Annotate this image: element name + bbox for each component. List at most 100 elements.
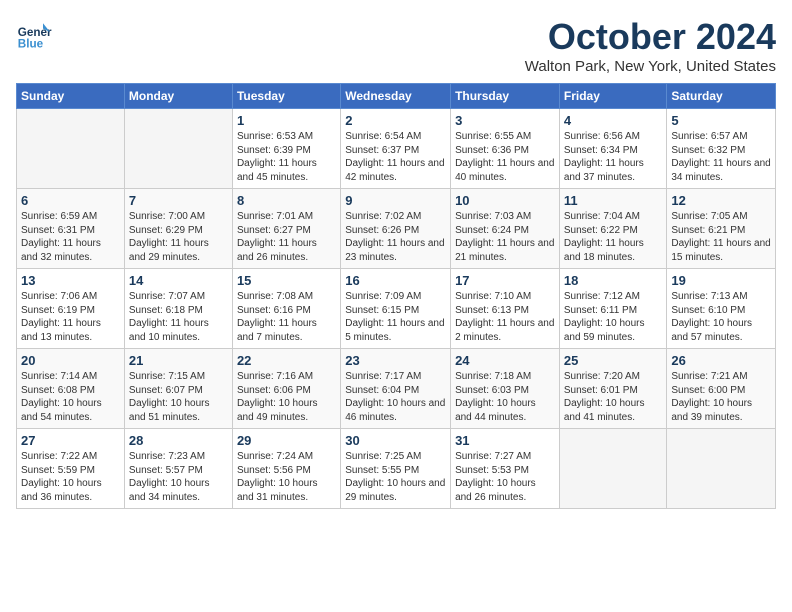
calendar-cell: 27Sunrise: 7:22 AMSunset: 5:59 PMDayligh…	[17, 429, 125, 509]
cell-sunset: Sunset: 6:21 PM	[671, 225, 745, 236]
cell-sunrise: Sunrise: 7:02 AM	[345, 211, 421, 222]
calendar-cell: 14Sunrise: 7:07 AMSunset: 6:18 PMDayligh…	[124, 269, 232, 349]
cell-sunset: Sunset: 6:06 PM	[237, 385, 311, 396]
cell-daylight: Daylight: 10 hours and 44 minutes.	[455, 398, 536, 423]
cell-sunrise: Sunrise: 7:18 AM	[455, 371, 531, 382]
cell-sunrise: Sunrise: 6:57 AM	[671, 131, 747, 142]
cell-sunrise: Sunrise: 7:01 AM	[237, 211, 313, 222]
day-number: 20	[21, 353, 120, 368]
cell-sunrise: Sunrise: 7:09 AM	[345, 291, 421, 302]
cell-sunset: Sunset: 5:57 PM	[129, 465, 203, 476]
day-number: 26	[671, 353, 771, 368]
day-number: 29	[237, 433, 336, 448]
calendar-cell: 5Sunrise: 6:57 AMSunset: 6:32 PMDaylight…	[667, 109, 776, 189]
day-number: 18	[564, 273, 663, 288]
cell-sunset: Sunset: 6:15 PM	[345, 305, 419, 316]
day-number: 28	[129, 433, 228, 448]
cell-daylight: Daylight: 11 hours and 13 minutes.	[21, 318, 101, 343]
calendar-cell: 3Sunrise: 6:55 AMSunset: 6:36 PMDaylight…	[451, 109, 560, 189]
calendar-cell: 11Sunrise: 7:04 AMSunset: 6:22 PMDayligh…	[559, 189, 667, 269]
cell-sunset: Sunset: 6:13 PM	[455, 305, 529, 316]
logo-icon: General Blue	[16, 16, 52, 52]
day-number: 6	[21, 193, 120, 208]
calendar-cell: 22Sunrise: 7:16 AMSunset: 6:06 PMDayligh…	[232, 349, 340, 429]
calendar-cell: 21Sunrise: 7:15 AMSunset: 6:07 PMDayligh…	[124, 349, 232, 429]
day-number: 15	[237, 273, 336, 288]
cell-daylight: Daylight: 11 hours and 5 minutes.	[345, 318, 444, 343]
cell-sunset: Sunset: 6:31 PM	[21, 225, 95, 236]
cell-sunset: Sunset: 6:34 PM	[564, 145, 638, 156]
cell-sunrise: Sunrise: 7:20 AM	[564, 371, 640, 382]
day-number: 30	[345, 433, 446, 448]
day-number: 22	[237, 353, 336, 368]
cell-sunrise: Sunrise: 7:03 AM	[455, 211, 531, 222]
calendar-cell: 30Sunrise: 7:25 AMSunset: 5:55 PMDayligh…	[341, 429, 451, 509]
cell-daylight: Daylight: 10 hours and 39 minutes.	[671, 398, 752, 423]
logo: General Blue	[16, 16, 56, 52]
cell-daylight: Daylight: 11 hours and 10 minutes.	[129, 318, 209, 343]
weekday-header-row: SundayMondayTuesdayWednesdayThursdayFrid…	[17, 84, 776, 109]
calendar-week-1: 1Sunrise: 6:53 AMSunset: 6:39 PMDaylight…	[17, 109, 776, 189]
cell-sunset: Sunset: 6:39 PM	[237, 145, 311, 156]
calendar-cell: 7Sunrise: 7:00 AMSunset: 6:29 PMDaylight…	[124, 189, 232, 269]
cell-daylight: Daylight: 11 hours and 32 minutes.	[21, 238, 101, 263]
cell-sunrise: Sunrise: 6:55 AM	[455, 131, 531, 142]
cell-sunrise: Sunrise: 7:21 AM	[671, 371, 747, 382]
calendar-cell: 20Sunrise: 7:14 AMSunset: 6:08 PMDayligh…	[17, 349, 125, 429]
cell-daylight: Daylight: 10 hours and 34 minutes.	[129, 478, 210, 503]
cell-daylight: Daylight: 10 hours and 59 minutes.	[564, 318, 645, 343]
cell-sunset: Sunset: 6:04 PM	[345, 385, 419, 396]
cell-sunset: Sunset: 6:24 PM	[455, 225, 529, 236]
weekday-header-thursday: Thursday	[451, 84, 560, 109]
cell-sunrise: Sunrise: 7:23 AM	[129, 451, 205, 462]
cell-sunrise: Sunrise: 7:00 AM	[129, 211, 205, 222]
calendar-week-5: 27Sunrise: 7:22 AMSunset: 5:59 PMDayligh…	[17, 429, 776, 509]
cell-sunset: Sunset: 6:27 PM	[237, 225, 311, 236]
cell-daylight: Daylight: 11 hours and 42 minutes.	[345, 158, 444, 183]
day-number: 10	[455, 193, 555, 208]
cell-sunrise: Sunrise: 7:06 AM	[21, 291, 97, 302]
calendar-cell	[17, 109, 125, 189]
calendar-cell: 9Sunrise: 7:02 AMSunset: 6:26 PMDaylight…	[341, 189, 451, 269]
cell-sunset: Sunset: 5:55 PM	[345, 465, 419, 476]
cell-sunrise: Sunrise: 7:10 AM	[455, 291, 531, 302]
calendar-cell: 23Sunrise: 7:17 AMSunset: 6:04 PMDayligh…	[341, 349, 451, 429]
calendar-week-3: 13Sunrise: 7:06 AMSunset: 6:19 PMDayligh…	[17, 269, 776, 349]
cell-sunset: Sunset: 6:36 PM	[455, 145, 529, 156]
cell-sunset: Sunset: 6:01 PM	[564, 385, 638, 396]
weekday-header-wednesday: Wednesday	[341, 84, 451, 109]
cell-sunset: Sunset: 6:37 PM	[345, 145, 419, 156]
calendar-week-2: 6Sunrise: 6:59 AMSunset: 6:31 PMDaylight…	[17, 189, 776, 269]
calendar-cell: 19Sunrise: 7:13 AMSunset: 6:10 PMDayligh…	[667, 269, 776, 349]
cell-daylight: Daylight: 10 hours and 46 minutes.	[345, 398, 445, 423]
calendar-cell: 26Sunrise: 7:21 AMSunset: 6:00 PMDayligh…	[667, 349, 776, 429]
cell-sunset: Sunset: 6:22 PM	[564, 225, 638, 236]
day-number: 14	[129, 273, 228, 288]
day-number: 1	[237, 113, 336, 128]
cell-sunset: Sunset: 6:26 PM	[345, 225, 419, 236]
calendar-cell: 18Sunrise: 7:12 AMSunset: 6:11 PMDayligh…	[559, 269, 667, 349]
day-number: 17	[455, 273, 555, 288]
cell-daylight: Daylight: 11 hours and 26 minutes.	[237, 238, 317, 263]
cell-sunset: Sunset: 6:11 PM	[564, 305, 637, 316]
title-block: October 2024 Walton Park, New York, Unit…	[525, 16, 776, 75]
day-number: 25	[564, 353, 663, 368]
cell-sunrise: Sunrise: 7:22 AM	[21, 451, 97, 462]
day-number: 19	[671, 273, 771, 288]
day-number: 2	[345, 113, 446, 128]
cell-sunset: Sunset: 5:53 PM	[455, 465, 529, 476]
cell-sunrise: Sunrise: 7:04 AM	[564, 211, 640, 222]
cell-sunset: Sunset: 6:29 PM	[129, 225, 203, 236]
cell-daylight: Daylight: 11 hours and 2 minutes.	[455, 318, 554, 343]
cell-daylight: Daylight: 11 hours and 34 minutes.	[671, 158, 770, 183]
calendar-table: SundayMondayTuesdayWednesdayThursdayFrid…	[16, 83, 776, 509]
cell-daylight: Daylight: 10 hours and 54 minutes.	[21, 398, 102, 423]
cell-daylight: Daylight: 11 hours and 40 minutes.	[455, 158, 554, 183]
month-title: October 2024	[525, 16, 776, 58]
calendar-cell	[124, 109, 232, 189]
location: Walton Park, New York, United States	[525, 58, 776, 75]
weekday-header-sunday: Sunday	[17, 84, 125, 109]
cell-sunrise: Sunrise: 7:07 AM	[129, 291, 205, 302]
day-number: 7	[129, 193, 228, 208]
calendar-cell: 8Sunrise: 7:01 AMSunset: 6:27 PMDaylight…	[232, 189, 340, 269]
